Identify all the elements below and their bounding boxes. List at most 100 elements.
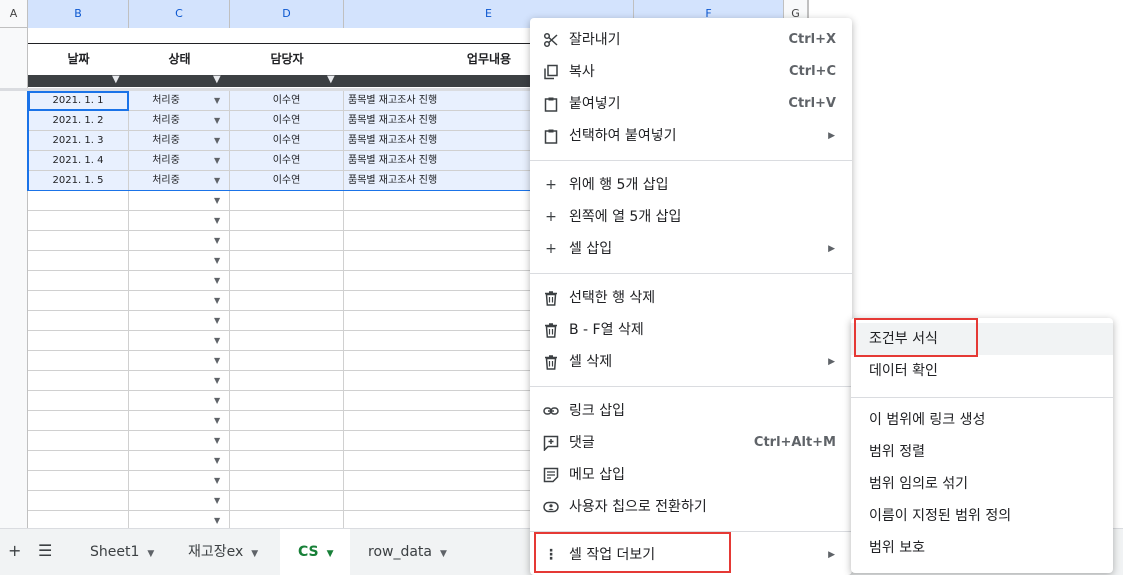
empty-cell[interactable] (230, 451, 344, 471)
chevron-down-icon[interactable]: ▼ (214, 451, 220, 471)
sheet-tab-cs[interactable]: CS ▼ (280, 529, 350, 575)
menu-item-delete-columns[interactable]: B - F열 삭제 (530, 314, 852, 346)
menu-item-link-range[interactable]: 이 범위에 링크 생성 (851, 404, 1113, 436)
chevron-down-icon[interactable]: ▼ (214, 171, 220, 191)
menu-item-copy[interactable]: 복사 Ctrl+C (530, 56, 852, 88)
assignee-cell[interactable]: 이수연 (230, 151, 344, 171)
empty-cell[interactable] (28, 451, 129, 471)
menu-item-insert-columns[interactable]: + 왼쪽에 열 5개 삽입 (530, 201, 852, 233)
menu-item-protect-range[interactable]: 범위 보호 (851, 532, 1113, 564)
chevron-down-icon[interactable]: ▼ (214, 391, 220, 411)
empty-cell[interactable] (230, 291, 344, 311)
empty-cell[interactable] (28, 271, 129, 291)
empty-cell[interactable] (230, 331, 344, 351)
empty-cell[interactable] (28, 191, 129, 211)
empty-cell[interactable] (28, 491, 129, 511)
column-header-d[interactable]: D (230, 0, 344, 28)
assignee-cell[interactable]: 이수연 (230, 111, 344, 131)
more-actions-submenu: 조건부 서식 데이터 확인 이 범위에 링크 생성 범위 정렬 범위 임의로 섞… (851, 318, 1113, 573)
chevron-down-icon[interactable]: ▼ (214, 251, 220, 271)
empty-cell[interactable] (230, 371, 344, 391)
chevron-down-icon[interactable]: ▼ (214, 151, 220, 171)
empty-cell[interactable] (230, 311, 344, 331)
empty-cell[interactable] (28, 391, 129, 411)
empty-cell[interactable] (230, 271, 344, 291)
context-menu: 잘라내기 Ctrl+X 복사 Ctrl+C 붙여넣기 Ctrl+V 선택하여 붙… (530, 18, 852, 575)
chevron-down-icon[interactable]: ▼ (214, 411, 220, 431)
chevron-down-icon[interactable]: ▼ (214, 231, 220, 251)
empty-cell[interactable] (230, 491, 344, 511)
assignee-cell[interactable]: 이수연 (230, 91, 344, 111)
chevron-down-icon[interactable]: ▼ (214, 431, 220, 451)
chevron-down-icon[interactable]: ▼ (214, 111, 220, 131)
menu-item-insert-link[interactable]: 링크 삽입 (530, 395, 852, 427)
menu-item-paste-special[interactable]: 선택하여 붙여넣기 ▶ (530, 120, 852, 152)
menu-item-insert-note[interactable]: 메모 삽입 (530, 459, 852, 491)
menu-item-insert-rows[interactable]: + 위에 행 5개 삽입 (530, 169, 852, 201)
menu-item-named-range[interactable]: 이름이 지정된 범위 정의 (851, 500, 1113, 532)
sheet-tab-label: Sheet1 (90, 544, 140, 560)
chevron-down-icon[interactable]: ▼ (214, 311, 220, 331)
assignee-cell[interactable]: 이수연 (230, 171, 344, 191)
column-header-b[interactable]: B (28, 0, 129, 28)
empty-cell[interactable] (28, 251, 129, 271)
date-cell[interactable]: 2021. 1. 2 (28, 111, 129, 131)
empty-cell[interactable] (230, 411, 344, 431)
empty-cell[interactable] (28, 291, 129, 311)
menu-item-people-chip[interactable]: 사용자 칩으로 전환하기 (530, 491, 852, 523)
empty-cell[interactable] (230, 351, 344, 371)
menu-item-randomize-range[interactable]: 범위 임의로 섞기 (851, 468, 1113, 500)
menu-item-delete-rows[interactable]: 선택한 행 삭제 (530, 282, 852, 314)
menu-item-comment[interactable]: 댓글 Ctrl+Alt+M (530, 427, 852, 459)
empty-cell[interactable] (28, 371, 129, 391)
menu-icon[interactable]: ☰ (38, 541, 52, 560)
chevron-down-icon[interactable]: ▼ (214, 291, 220, 311)
menu-item-sort-range[interactable]: 범위 정렬 (851, 436, 1113, 468)
date-cell[interactable]: 2021. 1. 4 (28, 151, 129, 171)
filter-icon[interactable]: ▼ (112, 74, 120, 85)
chevron-down-icon[interactable]: ▼ (214, 91, 220, 111)
empty-cell[interactable] (230, 191, 344, 211)
empty-cell[interactable] (28, 331, 129, 351)
chevron-down-icon[interactable]: ▼ (214, 331, 220, 351)
empty-cell[interactable] (230, 471, 344, 491)
sheet-tab-row-data[interactable]: row_data ▼ (350, 529, 464, 575)
chevron-down-icon[interactable]: ▼ (214, 491, 220, 511)
empty-cell[interactable] (230, 231, 344, 251)
menu-item-cut[interactable]: 잘라내기 Ctrl+X (530, 24, 852, 56)
active-cell-outline (28, 91, 129, 111)
column-header-c[interactable]: C (129, 0, 230, 28)
empty-cell[interactable] (28, 411, 129, 431)
plus-icon[interactable]: + (8, 541, 21, 560)
assignee-cell[interactable]: 이수연 (230, 131, 344, 151)
sheet-tab-inventory[interactable]: 재고장ex ▼ (170, 529, 280, 575)
menu-item-delete-cells[interactable]: 셀 삭제 ▶ (530, 346, 852, 378)
empty-cell[interactable] (28, 311, 129, 331)
empty-cell[interactable] (28, 471, 129, 491)
chevron-down-icon[interactable]: ▼ (214, 211, 220, 231)
chevron-down-icon[interactable]: ▼ (214, 371, 220, 391)
empty-cell[interactable] (28, 231, 129, 251)
filter-icon[interactable]: ▼ (213, 74, 221, 85)
empty-cell[interactable] (230, 251, 344, 271)
date-cell[interactable]: 2021. 1. 3 (28, 131, 129, 151)
chevron-down-icon[interactable]: ▼ (214, 191, 220, 211)
chevron-down-icon[interactable]: ▼ (214, 471, 220, 491)
empty-cell[interactable] (230, 211, 344, 231)
chevron-down-icon[interactable]: ▼ (214, 131, 220, 151)
caret-down-icon: ▼ (440, 549, 447, 559)
menu-item-data-validation[interactable]: 데이터 확인 (851, 355, 1113, 387)
sheet-tab-sheet1[interactable]: Sheet1 ▼ (72, 529, 170, 575)
empty-cell[interactable] (28, 211, 129, 231)
menu-item-insert-cells[interactable]: + 셀 삽입 ▶ (530, 233, 852, 265)
empty-cell[interactable] (230, 391, 344, 411)
chevron-down-icon[interactable]: ▼ (214, 351, 220, 371)
column-header-a[interactable]: A (0, 0, 28, 28)
empty-cell[interactable] (230, 431, 344, 451)
menu-item-paste[interactable]: 붙여넣기 Ctrl+V (530, 88, 852, 120)
empty-cell[interactable] (28, 431, 129, 451)
date-cell[interactable]: 2021. 1. 5 (28, 171, 129, 191)
empty-cell[interactable] (28, 351, 129, 371)
chevron-down-icon[interactable]: ▼ (214, 271, 220, 291)
filter-icon[interactable]: ▼ (327, 74, 335, 85)
